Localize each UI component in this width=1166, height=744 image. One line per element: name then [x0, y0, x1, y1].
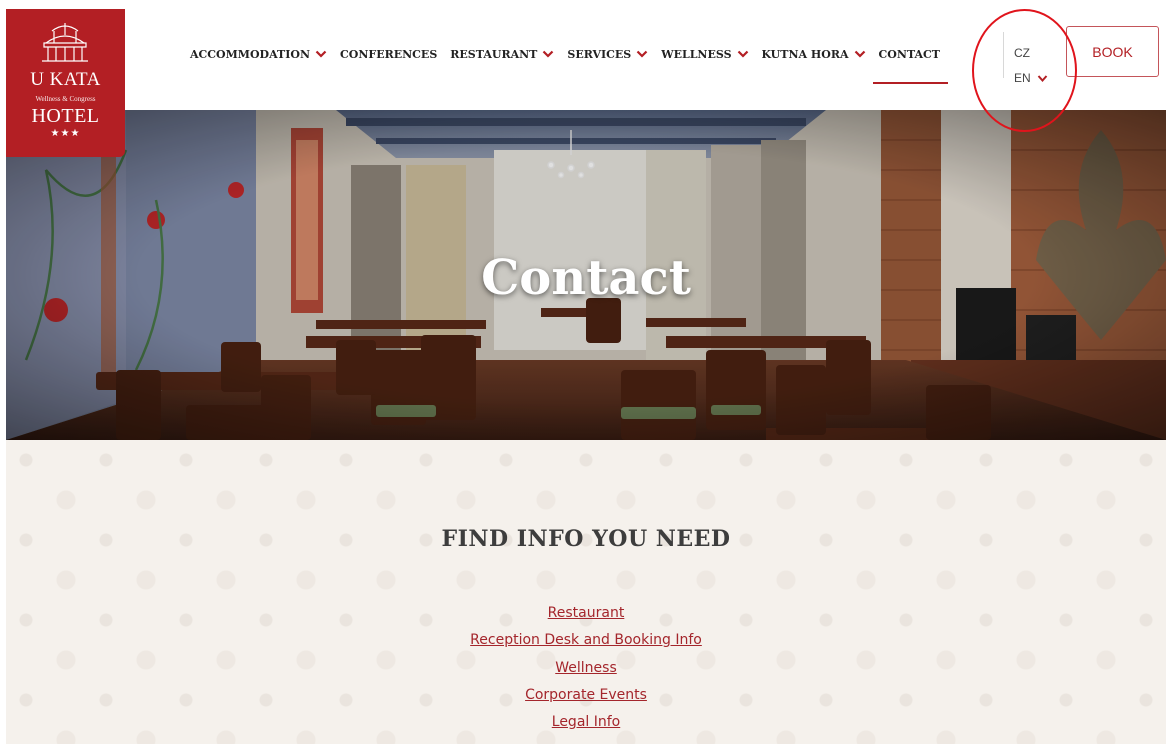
- info-title: FIND INFO YOU NEED: [441, 526, 731, 552]
- nav-item-label: CONTACT: [878, 47, 940, 61]
- nav-item-wellness[interactable]: WELLNESS: [661, 48, 748, 61]
- nav-item-kutna-hora[interactable]: KUTNA HORA: [762, 48, 866, 61]
- chevron-down-icon: [1037, 74, 1047, 82]
- language-selected: EN: [1014, 71, 1031, 85]
- main-nav: ACCOMMODATION CONFERENCES RESTAURANT SER…: [190, 44, 953, 84]
- nav-item-label: RESTAURANT: [450, 47, 538, 61]
- castle-logo-icon: [42, 23, 88, 62]
- chevron-down-icon: [737, 50, 748, 58]
- info-section: FIND INFO YOU NEED Restaurant Reception …: [6, 440, 1166, 744]
- book-button[interactable]: BOOK: [1066, 26, 1159, 77]
- link-reception-desk[interactable]: Reception Desk and Booking Info: [6, 631, 1166, 658]
- language-divider: [1003, 32, 1004, 78]
- link-restaurant[interactable]: Restaurant: [6, 604, 1166, 631]
- site-header: U KATA Wellness & Congress HOTEL ★★★ ACC…: [0, 0, 1166, 157]
- nav-item-label: ACCOMMODATION: [190, 47, 311, 61]
- nav-item-accommodation[interactable]: ACCOMMODATION: [190, 48, 327, 61]
- logo-subtitle: Wellness & Congress: [35, 95, 96, 103]
- logo-stars: ★★★: [50, 128, 81, 139]
- nav-item-label: SERVICES: [567, 47, 632, 61]
- nav-item-services[interactable]: SERVICES: [567, 48, 648, 61]
- nav-item-conferences[interactable]: CONFERENCES: [340, 48, 437, 61]
- logo-hotel: HOTEL: [31, 105, 100, 127]
- language-selector[interactable]: EN: [1014, 71, 1048, 85]
- chevron-down-icon: [543, 50, 554, 58]
- link-legal-info[interactable]: Legal Info: [6, 713, 1166, 740]
- hotel-logo[interactable]: U KATA Wellness & Congress HOTEL ★★★: [6, 9, 125, 157]
- nav-item-contact[interactable]: CONTACT: [872, 47, 949, 84]
- hero-banner: Contact: [6, 110, 1166, 440]
- chevron-down-icon: [315, 50, 327, 58]
- logo-name: U KATA: [30, 69, 101, 90]
- page-title: Contact: [481, 250, 691, 306]
- chevron-down-icon: [854, 50, 865, 58]
- nav-item-restaurant[interactable]: RESTAURANT: [450, 48, 554, 61]
- language-option-cz[interactable]: CZ: [1014, 46, 1030, 60]
- nav-item-label: CONFERENCES: [340, 47, 438, 61]
- nav-item-label: WELLNESS: [661, 47, 732, 61]
- info-links: Restaurant Reception Desk and Booking In…: [6, 604, 1166, 740]
- nav-item-label: KUTNA HORA: [761, 47, 849, 61]
- link-corporate-events[interactable]: Corporate Events: [6, 686, 1166, 713]
- chevron-down-icon: [636, 50, 648, 58]
- link-wellness[interactable]: Wellness: [6, 659, 1166, 686]
